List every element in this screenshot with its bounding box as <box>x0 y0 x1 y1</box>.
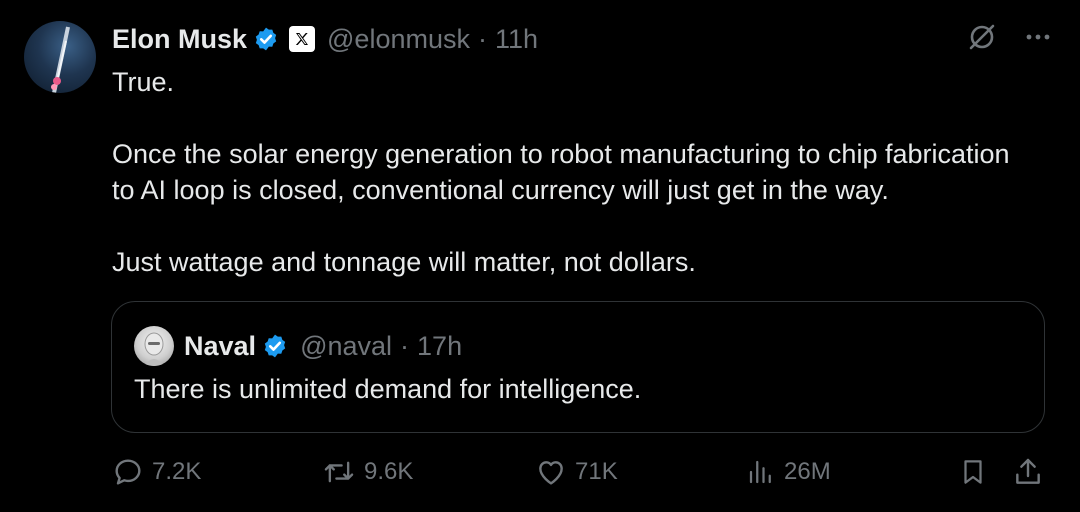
quoted-author-handle: @naval <box>300 330 393 361</box>
repost-button[interactable]: 9.6K <box>322 452 413 492</box>
author-avatar[interactable] <box>24 21 96 93</box>
quoted-header: Naval @naval · 17h <box>184 327 462 365</box>
bookmark-button[interactable] <box>958 452 988 492</box>
verified-badge-icon[interactable] <box>253 26 279 52</box>
like-button[interactable]: 71K <box>535 452 618 492</box>
views-button[interactable]: 26M <box>746 452 831 492</box>
repost-icon <box>324 461 354 483</box>
views-icon <box>749 460 771 484</box>
more-icon[interactable] <box>1024 23 1052 56</box>
tweet-header: Elon Musk @elonmusk · 11h <box>112 20 538 58</box>
action-bar: 7.2K 9.6K 71K 26M <box>112 452 1050 492</box>
avatar-image <box>51 26 70 93</box>
repost-count: 9.6K <box>364 458 414 485</box>
tweet-line: Once the solar energy generation to robo… <box>112 139 1010 169</box>
x-logo-icon <box>289 26 316 52</box>
tweet-line: Just wattage and tonnage will matter, no… <box>112 247 696 277</box>
tweet-line: True. <box>112 67 175 97</box>
like-icon <box>539 461 563 485</box>
tweet-time[interactable]: 11h <box>495 24 538 55</box>
separator-dot: · <box>477 23 487 54</box>
view-count: 26M <box>784 458 831 485</box>
reply-count: 7.2K <box>152 458 202 485</box>
author-handle[interactable]: @elonmusk <box>327 24 470 55</box>
tweet-line: to AI loop is closed, conventional curre… <box>112 175 889 205</box>
tweet[interactable]: Elon Musk @elonmusk · 11h True. Once the… <box>0 0 1080 512</box>
author-name[interactable]: Elon Musk <box>112 24 247 55</box>
quoted-author-name[interactable]: Naval <box>184 331 256 362</box>
reply-button[interactable]: 7.2K <box>112 452 201 492</box>
quoted-text: There is unlimited demand for intelligen… <box>134 374 642 404</box>
separator-dot: · <box>400 330 410 361</box>
top-actions <box>966 20 1052 58</box>
quoted-time: 17h <box>417 330 463 361</box>
share-icon <box>1016 458 1040 484</box>
quoted-tweet[interactable]: Naval @naval · 17h There is unlimited de… <box>111 301 1045 433</box>
reply-icon <box>115 459 141 485</box>
quoted-author-avatar[interactable] <box>134 326 174 366</box>
verified-badge-icon <box>262 333 288 359</box>
grok-icon[interactable] <box>966 21 998 58</box>
tweet-text: True. Once the solar energy generation t… <box>112 64 1062 280</box>
share-button[interactable] <box>1012 452 1044 492</box>
bookmark-icon <box>964 460 982 484</box>
like-count: 71K <box>575 458 618 485</box>
